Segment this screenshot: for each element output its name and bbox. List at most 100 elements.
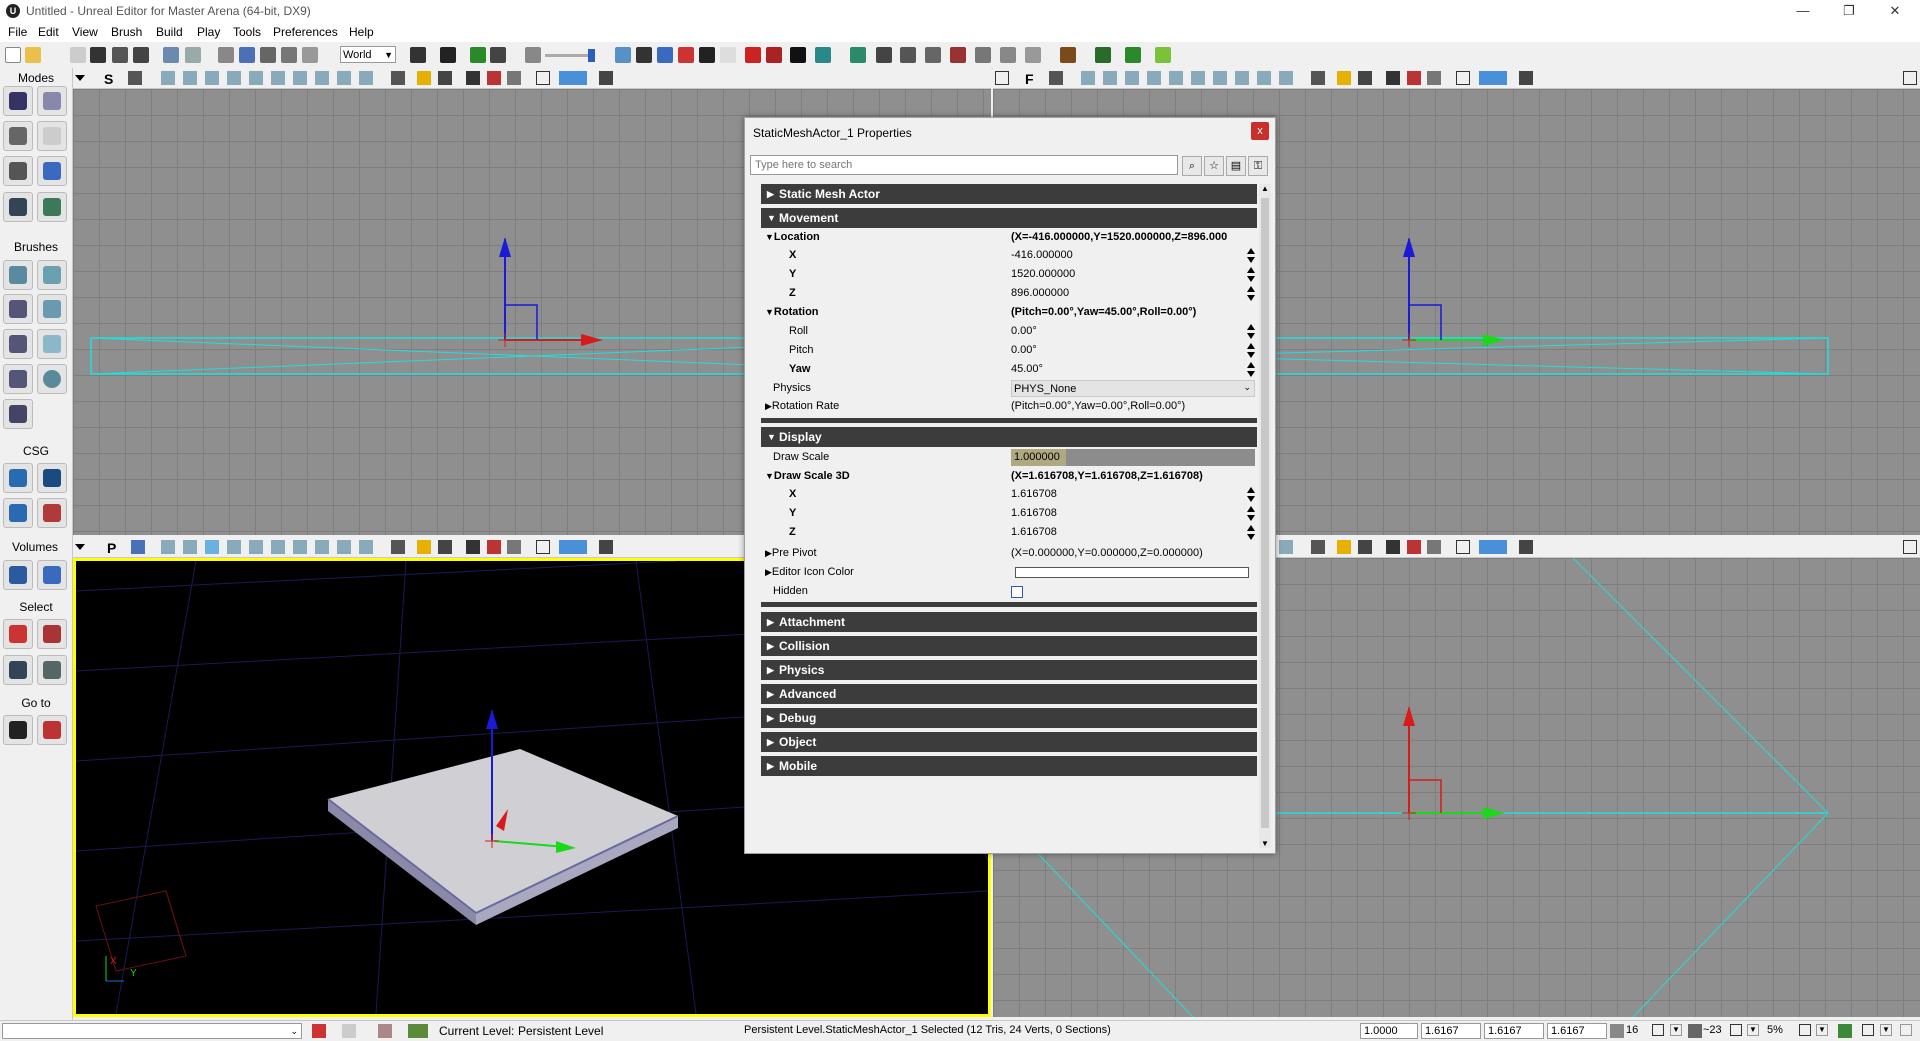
wireframe-icon[interactable] bbox=[161, 540, 175, 554]
lock-viewport-icon[interactable] bbox=[128, 71, 142, 85]
maximize-viewport-icon[interactable] bbox=[536, 540, 550, 554]
maximize-viewport-icon[interactable] bbox=[536, 71, 550, 85]
maximize-viewport-icon[interactable] bbox=[1903, 71, 1917, 85]
lightmap-density-icon[interactable] bbox=[337, 71, 351, 85]
draw-scale-y-spinner[interactable] bbox=[1247, 506, 1255, 522]
pitch-spinner[interactable] bbox=[1247, 343, 1255, 359]
unlit-icon[interactable] bbox=[205, 540, 219, 554]
speed-icon[interactable] bbox=[1000, 47, 1016, 63]
lock-selection-icon[interactable] bbox=[417, 71, 431, 85]
property-physics[interactable]: Physics PHYS_None ⌄ bbox=[761, 380, 1257, 399]
grid-size-dropdown[interactable]: ▼ bbox=[1670, 1024, 1682, 1036]
location-y-spinner[interactable] bbox=[1247, 267, 1255, 283]
coordinate-system-dropdown[interactable]: World ▼ bbox=[340, 46, 396, 63]
drop-alt-icon[interactable] bbox=[766, 47, 782, 63]
clock-icon[interactable] bbox=[1025, 47, 1041, 63]
select-show-button[interactable] bbox=[3, 619, 33, 649]
rotation-snap-dropdown[interactable]: ▼ bbox=[1747, 1024, 1759, 1036]
close-window-button[interactable]: ✕ bbox=[1872, 0, 1918, 22]
build-all-icon[interactable] bbox=[699, 47, 715, 63]
wireframe-icon[interactable] bbox=[1081, 71, 1095, 85]
category-physics[interactable]: ▶ Physics bbox=[761, 660, 1257, 680]
build-paths-icon[interactable] bbox=[657, 47, 673, 63]
csg-deintersect-button[interactable] bbox=[37, 498, 67, 528]
save-as-icon[interactable] bbox=[112, 47, 128, 63]
realtime-icon[interactable] bbox=[1386, 71, 1400, 85]
property-location[interactable]: ▼Location (X=-416.000000,Y=1520.000000,Z=… bbox=[761, 229, 1257, 248]
property-rotation[interactable]: ▼Rotation (Pitch=0.00°,Yaw=45.00°,Roll=0.… bbox=[761, 304, 1257, 323]
brush-wireframe-icon[interactable] bbox=[183, 71, 197, 85]
level-icon[interactable] bbox=[378, 1024, 392, 1038]
monitor-icon[interactable] bbox=[1095, 47, 1111, 63]
lighting-only-icon[interactable] bbox=[249, 71, 263, 85]
streaming-icon[interactable] bbox=[487, 540, 501, 554]
menu-brush[interactable]: Brush bbox=[111, 25, 142, 39]
property-location-z[interactable]: Z 896.000000 bbox=[761, 285, 1257, 304]
draw-scale-y-value[interactable]: 1.616708 bbox=[1011, 507, 1057, 519]
play-icon[interactable] bbox=[1155, 47, 1171, 63]
command-input[interactable]: ⌄ bbox=[2, 1023, 302, 1039]
category-attachment[interactable]: ▶ Attachment bbox=[761, 612, 1257, 632]
property-draw-scale[interactable]: Draw Scale 1.000000 bbox=[761, 449, 1257, 468]
matinee-icon[interactable] bbox=[490, 47, 506, 63]
lit-icon[interactable] bbox=[227, 71, 241, 85]
build-geometry-icon[interactable] bbox=[615, 47, 631, 63]
goto-builder-brush-button[interactable] bbox=[37, 715, 67, 745]
location-y-value[interactable]: 1520.000000 bbox=[1011, 268, 1075, 280]
category-debug[interactable]: ▶ Debug bbox=[761, 708, 1257, 728]
lighting-channels-icon[interactable] bbox=[1279, 71, 1293, 85]
pitch-value[interactable]: 0.00° bbox=[1011, 344, 1037, 356]
unlit-icon[interactable] bbox=[205, 71, 219, 85]
lightmap-density-icon[interactable] bbox=[337, 540, 351, 554]
property-editor-icon-color[interactable]: ▶Editor Icon Color bbox=[761, 564, 1257, 583]
csg-subtract-button[interactable] bbox=[37, 463, 67, 493]
yaw-value[interactable]: 45.00° bbox=[1011, 363, 1043, 375]
minimize-button[interactable]: — bbox=[1780, 0, 1826, 22]
info-icon[interactable] bbox=[342, 1024, 356, 1038]
location-z-value[interactable]: 896.000000 bbox=[1011, 287, 1069, 299]
location-x-spinner[interactable] bbox=[1247, 248, 1255, 264]
find-icon[interactable] bbox=[410, 47, 426, 63]
game-view-icon[interactable] bbox=[391, 540, 405, 554]
pop-out-viewport-icon[interactable] bbox=[599, 540, 613, 554]
grid-snap-icon[interactable] bbox=[1610, 1024, 1624, 1038]
play-in-viewport-icon[interactable] bbox=[559, 540, 587, 554]
texture-density-icon[interactable] bbox=[1213, 71, 1227, 85]
pop-out-viewport-icon[interactable] bbox=[1519, 71, 1533, 85]
property-rotation-rate[interactable]: ▶Rotation Rate (Pitch=0.00°,Yaw=0.00°,Rol… bbox=[761, 398, 1257, 417]
package-icon[interactable] bbox=[1060, 47, 1076, 63]
viewport-type-label[interactable]: S bbox=[104, 71, 118, 87]
shield-icon[interactable] bbox=[850, 47, 866, 63]
grid-size-value[interactable]: 16 bbox=[1626, 1024, 1638, 1036]
lighting-only-icon[interactable] bbox=[1169, 71, 1183, 85]
build-cover-icon[interactable] bbox=[678, 47, 694, 63]
grid-toggle-icon[interactable] bbox=[525, 47, 541, 63]
property-pre-pivot[interactable]: ▶Pre Pivot (X=0.000000,Y=0.000000,Z=0.000… bbox=[761, 545, 1257, 564]
spiral-stairs-brush-button[interactable] bbox=[3, 364, 33, 394]
draw-scale-z-value[interactable]: 1.616708 bbox=[1011, 526, 1057, 538]
viewport-type-label[interactable]: P bbox=[107, 540, 121, 556]
lightmap-density-icon[interactable] bbox=[1257, 71, 1271, 85]
show-flags-icon[interactable] bbox=[438, 71, 452, 85]
property-pitch[interactable]: Pitch 0.00° bbox=[761, 342, 1257, 361]
new-icon[interactable] bbox=[5, 47, 21, 63]
lock-viewport-icon[interactable] bbox=[131, 540, 145, 554]
select-hide-button[interactable] bbox=[37, 619, 67, 649]
show-flags-icon[interactable] bbox=[438, 540, 452, 554]
camera-icon[interactable] bbox=[975, 47, 991, 63]
search-icon[interactable]: ⌕ bbox=[1182, 156, 1202, 176]
properties-scrollbar[interactable]: ▲ ▼ bbox=[1259, 184, 1271, 848]
rotation-snap-checkbox[interactable] bbox=[1730, 1024, 1742, 1036]
wireframe-icon[interactable] bbox=[161, 71, 175, 85]
scrollbar-thumb[interactable] bbox=[1261, 198, 1269, 828]
terrain-mode-button[interactable] bbox=[3, 121, 33, 151]
location-x-value[interactable]: -416.000000 bbox=[1011, 249, 1073, 261]
save-icon[interactable] bbox=[90, 47, 106, 63]
maximize-viewport-icon[interactable] bbox=[1456, 540, 1470, 554]
brush-wireframe-icon[interactable] bbox=[183, 540, 197, 554]
properties-close-button[interactable]: x bbox=[1251, 122, 1269, 140]
shader-complexity-icon[interactable] bbox=[1235, 71, 1249, 85]
menu-view[interactable]: View bbox=[72, 25, 98, 39]
content-browser-icon[interactable] bbox=[440, 47, 456, 63]
texture-density-icon[interactable] bbox=[293, 71, 307, 85]
